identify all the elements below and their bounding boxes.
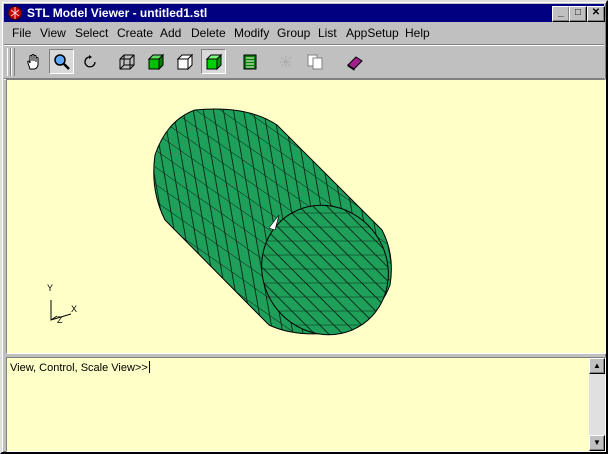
close-button[interactable]: ✕ [587, 6, 605, 22]
minimize-button[interactable]: _ [552, 6, 570, 22]
app-window: STL Model Viewer - untitled1.stl _ □ ✕ F… [0, 0, 608, 454]
scroll-down-icon[interactable]: ▼ [589, 435, 605, 451]
menu-modify[interactable]: Modify [234, 26, 269, 40]
wireframe-cube-icon[interactable] [114, 49, 139, 74]
menu-delete[interactable]: Delete [191, 26, 226, 40]
zoom-magnifier-icon[interactable] [49, 49, 74, 74]
pan-hand-icon[interactable] [20, 49, 45, 74]
copy-icon[interactable] [273, 49, 298, 74]
text-caret [148, 361, 150, 373]
command-console[interactable]: View, Control, Scale View>> ▲ ▼ [6, 357, 606, 452]
menu-group[interactable]: Group [277, 26, 310, 40]
model-viewport[interactable]: Y X Z [6, 79, 606, 354]
axis-z-label: Z [57, 315, 63, 325]
cylinder-mesh [153, 108, 392, 336]
axis-x-label: X [71, 304, 78, 314]
menu-list[interactable]: List [318, 26, 337, 40]
menu-file[interactable]: File [12, 26, 31, 40]
toolbar-grip-2[interactable] [11, 48, 15, 76]
maximize-button[interactable]: □ [569, 6, 587, 22]
app-logo-icon [8, 6, 22, 20]
shaded-cube-icon[interactable] [143, 49, 168, 74]
menu-add[interactable]: Add [160, 26, 181, 40]
menu-help[interactable]: Help [405, 26, 430, 40]
stl-model[interactable] [7, 80, 605, 353]
menu-appsetup[interactable]: AppSetup [346, 26, 399, 40]
menu-create[interactable]: Create [117, 26, 153, 40]
menu-bar: File View Select Create Add Delete Modif… [4, 23, 604, 43]
copy-sheets-icon[interactable] [302, 49, 327, 74]
book-icon[interactable] [342, 49, 367, 74]
console-prompt[interactable]: View, Control, Scale View>> [10, 361, 150, 374]
menu-select[interactable]: Select [75, 26, 108, 40]
title-bar[interactable]: STL Model Viewer - untitled1.stl _ □ ✕ [4, 4, 605, 22]
menu-view[interactable]: View [40, 26, 66, 40]
rotate-icon[interactable] [78, 49, 103, 74]
hidden-line-cube-icon[interactable] [172, 49, 197, 74]
scroll-up-icon[interactable]: ▲ [589, 358, 605, 374]
console-scrollbar[interactable]: ▲ ▼ [589, 358, 605, 451]
solid-shaded-cube-icon[interactable] [201, 49, 226, 74]
window-title: STL Model Viewer - untitled1.stl [27, 6, 208, 20]
axis-y-label: Y [47, 283, 54, 293]
list-icon[interactable] [237, 49, 262, 74]
toolbar [4, 44, 604, 80]
